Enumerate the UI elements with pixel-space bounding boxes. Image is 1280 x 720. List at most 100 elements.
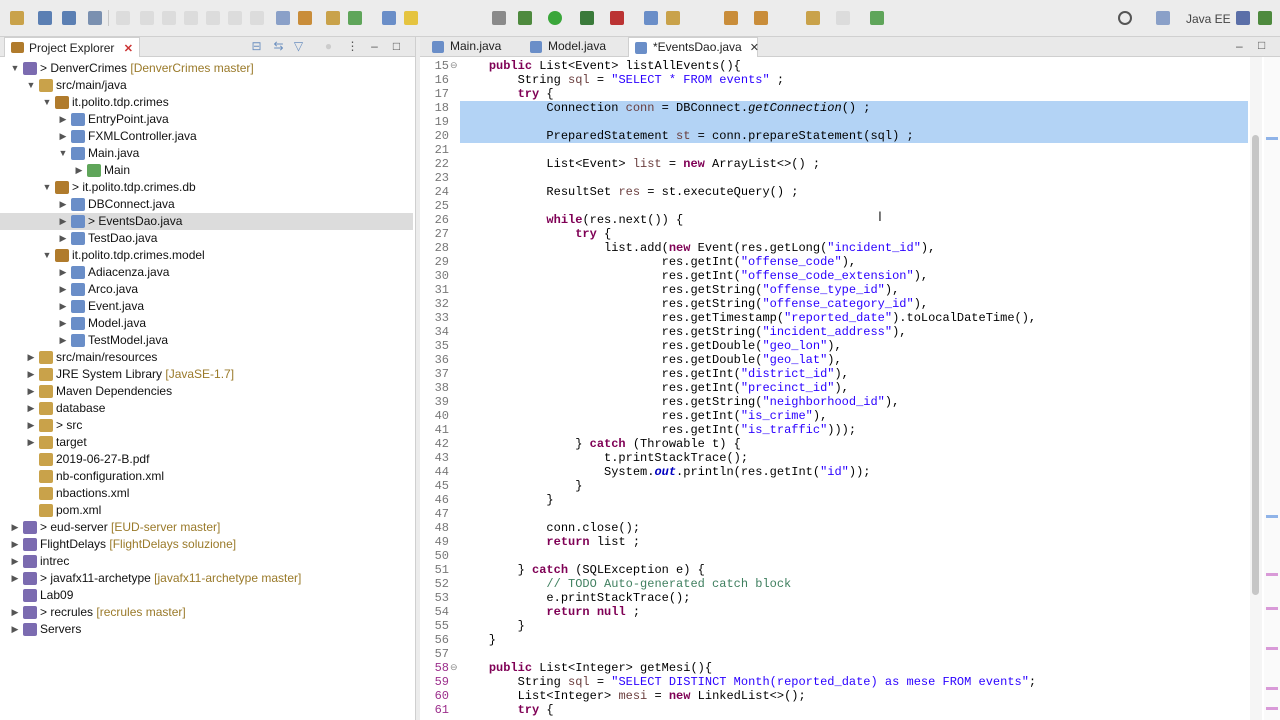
tree-item[interactable]: pom.xml bbox=[0, 502, 413, 519]
code-line[interactable]: res.getString("incident_address"), bbox=[460, 325, 1248, 339]
tree-item[interactable]: ▶ Model.java bbox=[0, 315, 413, 332]
server-icon[interactable] bbox=[326, 11, 340, 25]
collapse-arrow-icon[interactable]: ▶ bbox=[26, 366, 36, 383]
tools-icon[interactable] bbox=[88, 11, 102, 25]
code-line[interactable]: ResultSet res = st.executeQuery() ; bbox=[460, 185, 1248, 199]
code-line[interactable] bbox=[460, 549, 1248, 563]
collapse-arrow-icon[interactable]: ▶ bbox=[10, 519, 20, 536]
tree-item[interactable]: Lab09 bbox=[0, 587, 413, 604]
code-line[interactable] bbox=[460, 171, 1248, 185]
scrollbar-thumb[interactable] bbox=[1252, 135, 1259, 595]
code-line[interactable]: } bbox=[460, 633, 1248, 647]
collapse-arrow-icon[interactable]: ▶ bbox=[26, 349, 36, 366]
code-line[interactable]: res.getString("offense_type_id"), bbox=[460, 283, 1248, 297]
code-line[interactable] bbox=[460, 647, 1248, 661]
code-line[interactable] bbox=[460, 507, 1248, 521]
editor-minimize-icon[interactable]: – bbox=[1236, 39, 1243, 53]
code-line[interactable]: try { bbox=[460, 227, 1248, 241]
tree-item[interactable]: ▶ Adiacenza.java bbox=[0, 264, 413, 281]
prev-annotation-icon[interactable] bbox=[754, 11, 768, 25]
code-line[interactable]: res.getInt("offense_code_extension"), bbox=[460, 269, 1248, 283]
overview-marker[interactable] bbox=[1266, 607, 1278, 610]
editor-tab[interactable]: Model.java bbox=[524, 37, 618, 57]
tree-item[interactable]: ▶ target bbox=[0, 434, 413, 451]
collapse-arrow-icon[interactable]: ▶ bbox=[58, 111, 68, 128]
collapse-arrow-icon[interactable]: ▶ bbox=[74, 162, 84, 179]
code-line[interactable] bbox=[460, 143, 1248, 157]
fold-toggle-icon[interactable]: ⊖ bbox=[450, 60, 458, 71]
code-line[interactable]: t.printStackTrace(); bbox=[460, 451, 1248, 465]
tree-item[interactable]: 2019-06-27-B.pdf bbox=[0, 451, 413, 468]
code-line[interactable]: res.getInt("district_id"), bbox=[460, 367, 1248, 381]
overview-marker[interactable] bbox=[1266, 687, 1278, 690]
paragraph-icon[interactable] bbox=[492, 11, 506, 25]
tree-item[interactable]: ▶ DBConnect.java bbox=[0, 196, 413, 213]
tree-item[interactable]: nb-configuration.xml bbox=[0, 468, 413, 485]
code-line[interactable]: PreparedStatement st = conn.prepareState… bbox=[460, 129, 1248, 143]
code-area[interactable]: public List<Event> listAllEvents(){ Stri… bbox=[460, 57, 1248, 720]
next-annotation-icon[interactable] bbox=[724, 11, 738, 25]
code-line[interactable]: } bbox=[460, 493, 1248, 507]
close-tab-icon[interactable]: ✕ bbox=[750, 42, 759, 54]
tree-item[interactable]: ▶ src/main/resources bbox=[0, 349, 413, 366]
code-line[interactable]: e.printStackTrace(); bbox=[460, 591, 1248, 605]
open-type-icon[interactable] bbox=[382, 11, 396, 25]
code-line[interactable]: } bbox=[460, 479, 1248, 493]
tree-item[interactable]: ▶ Arco.java bbox=[0, 281, 413, 298]
overview-marker[interactable] bbox=[1266, 647, 1278, 650]
collapse-all-icon[interactable]: ⊟ bbox=[250, 40, 263, 53]
code-line[interactable]: res.getString("offense_category_id"), bbox=[460, 297, 1248, 311]
expand-arrow-icon[interactable]: ▼ bbox=[42, 94, 52, 111]
code-line[interactable]: } catch (Throwable t) { bbox=[460, 437, 1248, 451]
overview-marker[interactable] bbox=[1266, 707, 1278, 710]
code-line[interactable]: public List<Event> listAllEvents(){ bbox=[460, 59, 1248, 73]
tree-item[interactable]: ▶ FXMLController.java bbox=[0, 128, 413, 145]
view-menu-icon[interactable]: ⋮ bbox=[346, 40, 359, 53]
tree-item[interactable]: ▶ database bbox=[0, 400, 413, 417]
tree-item[interactable]: ▶ FlightDelays [FlightDelays soluzione] bbox=[0, 536, 413, 553]
tree-item[interactable]: ▼ Main.java bbox=[0, 145, 413, 162]
overview-ruler[interactable] bbox=[1264, 57, 1280, 720]
editor-maximize-icon[interactable]: □ bbox=[1258, 38, 1265, 52]
debug-icon[interactable] bbox=[518, 11, 532, 25]
debug-perspective-icon[interactable] bbox=[1258, 11, 1272, 25]
code-line[interactable]: res.getInt("is_traffic"))); bbox=[460, 423, 1248, 437]
collapse-arrow-icon[interactable]: ▶ bbox=[58, 213, 68, 230]
code-line[interactable]: res.getInt("precinct_id"), bbox=[460, 381, 1248, 395]
code-line[interactable]: res.getTimestamp("reported_date").toLoca… bbox=[460, 311, 1248, 325]
code-line[interactable] bbox=[460, 115, 1248, 129]
tree-item[interactable]: ▶ EntryPoint.java bbox=[0, 111, 413, 128]
run-icon[interactable] bbox=[548, 11, 562, 25]
collapse-arrow-icon[interactable]: ▶ bbox=[26, 434, 36, 451]
overview-marker[interactable] bbox=[1266, 137, 1278, 140]
search-icon[interactable] bbox=[1118, 11, 1132, 25]
editor-tab[interactable]: *EventsDao.java ✕ bbox=[628, 37, 759, 57]
code-line[interactable]: String sql = "SELECT DISTINCT Month(repo… bbox=[460, 675, 1248, 689]
mark-occurrences-icon[interactable] bbox=[404, 11, 418, 25]
tree-item[interactable]: ▶ Event.java bbox=[0, 298, 413, 315]
refactor-icon[interactable] bbox=[298, 11, 312, 25]
outline-icon[interactable] bbox=[276, 11, 290, 25]
expand-arrow-icon[interactable]: ▼ bbox=[10, 60, 20, 77]
maximize-icon[interactable]: □ bbox=[390, 40, 403, 53]
close-icon[interactable]: ✕ bbox=[124, 43, 133, 55]
code-line[interactable]: res.getInt("offense_code"), bbox=[460, 255, 1248, 269]
search-toolbar-icon[interactable] bbox=[666, 11, 680, 25]
link-with-editor-icon[interactable]: ⇆ bbox=[272, 40, 285, 53]
tree-item[interactable]: ▶ intrec bbox=[0, 553, 413, 570]
code-line[interactable]: try { bbox=[460, 703, 1248, 717]
tree-item[interactable]: ▶ > eud-server [EUD-server master] bbox=[0, 519, 413, 536]
save-all-icon[interactable] bbox=[62, 11, 76, 25]
tree-item[interactable]: ▶ Main bbox=[0, 162, 413, 179]
tree-item[interactable]: ▼ it.polito.tdp.crimes bbox=[0, 94, 413, 111]
expand-arrow-icon[interactable]: ▼ bbox=[58, 145, 68, 162]
collapse-arrow-icon[interactable]: ▶ bbox=[10, 621, 20, 638]
code-line[interactable]: return list ; bbox=[460, 535, 1248, 549]
code-line[interactable]: while(res.next()) { bbox=[460, 213, 1248, 227]
code-line[interactable] bbox=[460, 199, 1248, 213]
code-line[interactable]: return null ; bbox=[460, 605, 1248, 619]
collapse-arrow-icon[interactable]: ▶ bbox=[58, 298, 68, 315]
collapse-arrow-icon[interactable]: ▶ bbox=[26, 417, 36, 434]
code-line[interactable]: } catch (SQLException e) { bbox=[460, 563, 1248, 577]
collapse-arrow-icon[interactable]: ▶ bbox=[58, 230, 68, 247]
